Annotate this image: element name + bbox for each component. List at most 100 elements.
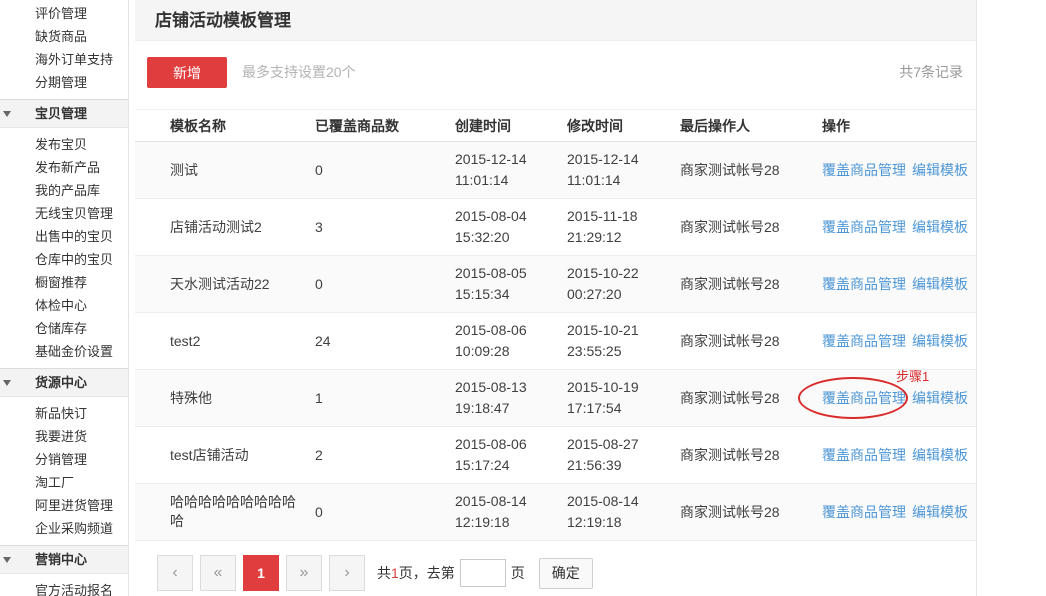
sidebar-item-publish-item[interactable]: 发布宝贝 bbox=[0, 133, 128, 156]
column-header-template-name: 模板名称 bbox=[170, 117, 226, 134]
sidebar-item-review-management[interactable]: 评价管理 bbox=[0, 2, 128, 25]
edit-template-link[interactable]: 编辑模板 bbox=[912, 333, 968, 349]
covered-count-cell: 3 bbox=[315, 219, 323, 235]
sidebar-item-items-on-sale[interactable]: 出售中的宝贝 bbox=[0, 225, 128, 248]
page-prev-button[interactable]: ‹ bbox=[157, 555, 193, 591]
created-time-cell: 2015-08-04 15:32:20 bbox=[455, 206, 567, 248]
sidebar-section-item-management[interactable]: 宝贝管理 bbox=[0, 99, 128, 128]
toolbar: 新增 最多支持设置20个 共7条记录 bbox=[135, 41, 976, 109]
edit-template-link[interactable]: 编辑模板 bbox=[912, 219, 968, 235]
created-time: 15:17:24 bbox=[455, 457, 510, 473]
template-name-cell: 特殊他 bbox=[170, 389, 212, 406]
modified-time-cell: 2015-08-27 21:56:39 bbox=[567, 434, 680, 476]
sidebar-item-official-activity-signup[interactable]: 官方活动报名 bbox=[0, 579, 128, 596]
sidebar-item-tao-factory[interactable]: 淘工厂 bbox=[0, 471, 128, 494]
sidebar-section-label: 宝贝管理 bbox=[35, 106, 88, 121]
covered-products-link[interactable]: 覆盖商品管理 bbox=[822, 333, 906, 349]
sidebar-item-out-of-stock[interactable]: 缺货商品 bbox=[0, 25, 128, 48]
operator-cell: 商家测试帐号28 bbox=[680, 333, 780, 349]
modified-date: 2015-08-14 bbox=[567, 493, 639, 509]
modified-time: 12:19:18 bbox=[567, 514, 622, 530]
sidebar-item-items-in-warehouse[interactable]: 仓库中的宝贝 bbox=[0, 248, 128, 271]
title-band: 店铺活动模板管理 bbox=[135, 0, 976, 41]
sidebar-item-enterprise-purchasing[interactable]: 企业采购频道 bbox=[0, 517, 128, 540]
sidebar-item-distribution-management[interactable]: 分销管理 bbox=[0, 448, 128, 471]
edit-template-link[interactable]: 编辑模板 bbox=[912, 390, 968, 406]
operator-cell: 商家测试帐号28 bbox=[680, 390, 780, 406]
sidebar-item-new-product-quick-order[interactable]: 新品快订 bbox=[0, 402, 128, 425]
covered-products-link[interactable]: 覆盖商品管理 bbox=[822, 390, 906, 406]
sidebar-section-label: 营销中心 bbox=[35, 552, 88, 567]
created-time: 11:01:14 bbox=[455, 172, 509, 188]
sidebar-item-publish-new-product[interactable]: 发布新产品 bbox=[0, 156, 128, 179]
total-pages-number: 1 bbox=[391, 565, 399, 581]
table-row: 店铺活动测试2 3 2015-08-04 15:32:20 2015-11-18… bbox=[135, 199, 976, 256]
covered-count-cell: 0 bbox=[315, 504, 323, 520]
modified-date: 2015-10-22 bbox=[567, 265, 639, 281]
actions-cell: 覆盖商品管理 编辑模板 bbox=[822, 274, 976, 294]
actions-cell: 覆盖商品管理 编辑模板 bbox=[822, 502, 976, 522]
page-first-button[interactable]: « bbox=[200, 555, 236, 591]
sidebar-item-base-gold-price[interactable]: 基础金价设置 bbox=[0, 340, 128, 363]
page-title: 店铺活动模板管理 bbox=[155, 11, 291, 30]
created-time-cell: 2015-08-05 15:15:34 bbox=[455, 263, 567, 305]
sidebar-item-my-product-library[interactable]: 我的产品库 bbox=[0, 179, 128, 202]
covered-products-link[interactable]: 覆盖商品管理 bbox=[822, 504, 906, 520]
modified-time-cell: 2015-10-19 17:17:54 bbox=[567, 377, 680, 419]
modified-time: 23:55:25 bbox=[567, 343, 622, 359]
table-row: 测试 0 2015-12-14 11:01:14 2015-12-14 11:0… bbox=[135, 142, 976, 199]
table-row: 哈哈哈哈哈哈哈哈哈哈 0 2015-08-14 12:19:18 2015-08… bbox=[135, 484, 976, 541]
goto-page-input[interactable] bbox=[459, 559, 506, 587]
actions-cell: 覆盖商品管理 编辑模板 bbox=[822, 331, 976, 351]
created-date: 2015-08-13 bbox=[455, 379, 527, 395]
created-time-cell: 2015-08-13 19:18:47 bbox=[455, 377, 567, 419]
column-header-created-time: 创建时间 bbox=[455, 117, 511, 134]
sidebar-section-supply-center[interactable]: 货源中心 bbox=[0, 368, 128, 397]
modified-time: 00:27:20 bbox=[567, 286, 622, 302]
covered-products-link[interactable]: 覆盖商品管理 bbox=[822, 162, 906, 178]
confirm-button[interactable]: 确定 bbox=[538, 557, 593, 589]
covered-count-cell: 2 bbox=[315, 447, 323, 463]
page-1-button[interactable]: 1 bbox=[243, 555, 279, 591]
sidebar-item-window-recommendation[interactable]: 橱窗推荐 bbox=[0, 271, 128, 294]
edit-template-link[interactable]: 编辑模板 bbox=[912, 162, 968, 178]
sidebar-section-marketing-center[interactable]: 营销中心 bbox=[0, 545, 128, 574]
sidebar-item-overseas-orders[interactable]: 海外订单支持 bbox=[0, 48, 128, 71]
sidebar-item-purchase[interactable]: 我要进货 bbox=[0, 425, 128, 448]
edit-template-link[interactable]: 编辑模板 bbox=[912, 504, 968, 520]
covered-products-link[interactable]: 覆盖商品管理 bbox=[822, 276, 906, 292]
created-date: 2015-08-05 bbox=[455, 265, 527, 281]
sidebar-item-ali-purchase-management[interactable]: 阿里进货管理 bbox=[0, 494, 128, 517]
created-date: 2015-08-04 bbox=[455, 208, 527, 224]
created-time-cell: 2015-08-06 15:17:24 bbox=[455, 434, 567, 476]
created-time: 19:18:47 bbox=[455, 400, 510, 416]
page-next-button[interactable]: › bbox=[329, 555, 365, 591]
created-time-cell: 2015-08-14 12:19:18 bbox=[455, 491, 567, 533]
created-time: 12:19:18 bbox=[455, 514, 510, 530]
created-date: 2015-08-14 bbox=[455, 493, 527, 509]
sidebar-item-installment[interactable]: 分期管理 bbox=[0, 71, 128, 94]
actions-cell: 覆盖商品管理 编辑模板 bbox=[822, 388, 976, 408]
chevron-down-icon bbox=[3, 557, 11, 563]
sidebar-item-health-check-center[interactable]: 体检中心 bbox=[0, 294, 128, 317]
covered-count-cell: 1 bbox=[315, 390, 323, 406]
page-last-button[interactable]: » bbox=[286, 555, 322, 591]
created-date: 2015-12-14 bbox=[455, 151, 527, 167]
column-header-modified-time: 修改时间 bbox=[567, 117, 623, 134]
modified-date: 2015-08-27 bbox=[567, 436, 639, 452]
actions-cell: 覆盖商品管理 编辑模板 bbox=[822, 445, 976, 465]
column-header-covered-count: 已覆盖商品数 bbox=[315, 117, 399, 134]
modified-time-cell: 2015-10-22 00:27:20 bbox=[567, 263, 680, 305]
app-root: 评价管理 缺货商品 海外订单支持 分期管理 宝贝管理 发布宝贝 发布新产品 我的… bbox=[0, 0, 1046, 596]
add-template-button[interactable]: 新增 bbox=[147, 57, 227, 88]
covered-products-link[interactable]: 覆盖商品管理 bbox=[822, 447, 906, 463]
covered-products-link[interactable]: 覆盖商品管理 bbox=[822, 219, 906, 235]
sidebar-item-wireless-item-management[interactable]: 无线宝贝管理 bbox=[0, 202, 128, 225]
edit-template-link[interactable]: 编辑模板 bbox=[912, 447, 968, 463]
chevron-down-icon bbox=[3, 111, 11, 117]
created-time-cell: 2015-12-14 11:01:14 bbox=[455, 149, 567, 191]
edit-template-link[interactable]: 编辑模板 bbox=[912, 276, 968, 292]
sidebar-item-storage-inventory[interactable]: 仓储库存 bbox=[0, 317, 128, 340]
modified-time: 21:29:12 bbox=[567, 229, 622, 245]
main-content: 店铺活动模板管理 新增 最多支持设置20个 共7条记录 模板名称 已覆盖商品数 … bbox=[135, 0, 977, 596]
